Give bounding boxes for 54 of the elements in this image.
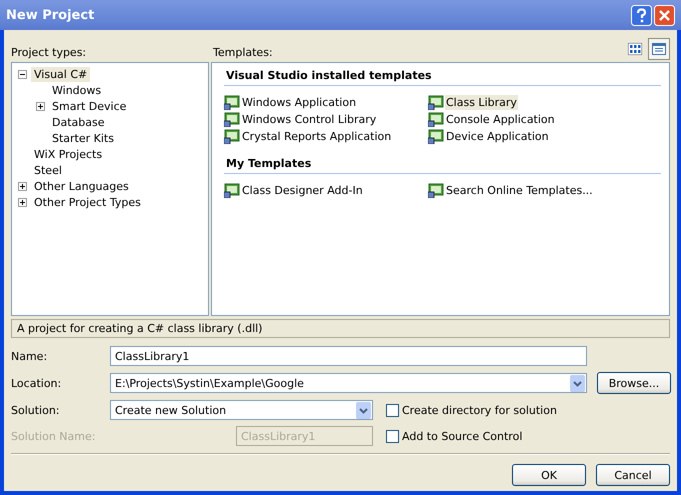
template-item[interactable]: Class Library: [445, 94, 518, 110]
browse-button[interactable]: Browse...: [597, 372, 671, 394]
checkbox-label: Add to Source Control: [402, 430, 522, 442]
template-item[interactable]: Search Online Templates...: [445, 182, 594, 198]
window-title: New Project: [6, 8, 94, 22]
tree-item[interactable]: WiX Projects: [31, 146, 106, 162]
large-icons-icon: [628, 43, 642, 55]
tree-item[interactable]: Other Project Types: [31, 194, 144, 210]
tree-item[interactable]: Smart Device: [49, 98, 130, 114]
solution-dropdown[interactable]: Create new Solution: [110, 400, 373, 420]
group-heading: My Templates: [224, 154, 661, 174]
name-label: Name:: [11, 350, 48, 362]
help-icon[interactable]: [631, 4, 652, 26]
checkbox[interactable]: [386, 404, 399, 416]
expander-icon[interactable]: [18, 182, 27, 190]
expander-icon[interactable]: [18, 198, 27, 206]
tree-item[interactable]: Database: [49, 114, 108, 130]
solution-label: Solution:: [11, 404, 61, 416]
project-types-label: Project types:: [11, 46, 88, 61]
tree-item[interactable]: Starter Kits: [49, 130, 117, 146]
template-item[interactable]: Device Application: [445, 128, 550, 144]
expander-icon[interactable]: [36, 102, 45, 110]
solution-name-label: Solution Name:: [11, 430, 96, 442]
list-view-icon: [652, 43, 666, 55]
tree-item[interactable]: Steel: [31, 162, 65, 178]
expander-icon[interactable]: [18, 70, 27, 78]
ok-button[interactable]: OK: [512, 464, 586, 486]
location-label: Location:: [11, 376, 62, 390]
close-icon[interactable]: [654, 4, 675, 26]
template-item[interactable]: Class Designer Add-In: [241, 182, 364, 198]
project-icon: [428, 128, 444, 144]
small-icons-button[interactable]: [648, 38, 670, 60]
project-icon: [224, 94, 240, 110]
template-item[interactable]: Console Application: [445, 112, 556, 126]
project-icon: [428, 111, 444, 127]
template-item[interactable]: Crystal Reports Application: [241, 128, 392, 144]
cancel-button[interactable]: Cancel: [596, 464, 670, 486]
templates-label: Templates:: [213, 46, 273, 61]
project-icon: [428, 182, 444, 198]
project-icon: [224, 111, 240, 127]
template-item[interactable]: Windows Application: [241, 94, 358, 110]
group-heading: Visual Studio installed templates: [224, 66, 661, 86]
description-text: A project for creating a C# class library (.dll): [17, 322, 262, 335]
project-icon: [224, 128, 240, 144]
tree-item[interactable]: Other Languages: [31, 178, 132, 194]
name-field[interactable]: ClassLibrary1: [110, 346, 587, 366]
project-icon: [428, 94, 444, 110]
checkbox[interactable]: [386, 430, 399, 442]
tree-item[interactable]: Visual C#: [31, 66, 90, 82]
location-dropdown[interactable]: E:\Projects\Systin\Example\Google: [110, 373, 587, 393]
project-icon: [224, 182, 240, 198]
tree-item[interactable]: Windows: [49, 82, 104, 98]
template-item[interactable]: Windows Control Library: [241, 112, 378, 126]
checkbox-label: Create directory for solution: [402, 404, 557, 416]
